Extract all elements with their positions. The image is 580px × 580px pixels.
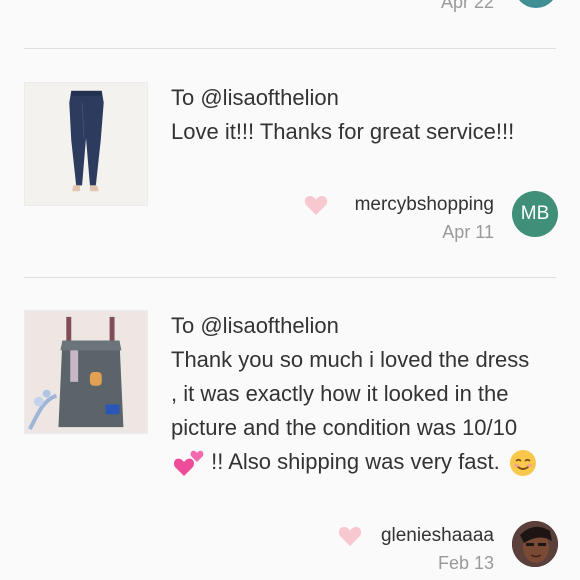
reviewer-username[interactable]: glenieshaaaa [381,525,494,547]
listing-thumbnail[interactable] [24,310,148,434]
previous-review-date: Apr 22 [440,0,494,12]
review-recipient[interactable]: To @lisaofthelion [171,85,339,111]
two-hearts-icon [174,450,204,477]
smiling-face-icon [509,450,536,477]
divider [24,277,556,278]
heart-icon [338,526,362,546]
review-recipient[interactable]: To @lisaofthelion [171,313,339,339]
review-text: Thank you so much i loved the dress , it… [171,343,541,479]
review-text-part: !! Also shipping was very fast. [211,449,500,474]
avatar[interactable]: MB [512,191,558,237]
review-text: Love it!!! Thanks for great service!!! [171,119,515,144]
review-date: Feb 13 [437,553,494,573]
reviewer-username[interactable]: mercybshopping [355,194,494,216]
review-date: Apr 11 [442,222,494,242]
avatar-photo-image [512,521,558,567]
previous-review-avatar[interactable] [514,0,558,8]
listing-thumbnail[interactable] [24,82,148,206]
review-text-part: Thank you so much i loved the dress , it… [171,347,530,440]
heart-icon [304,195,328,215]
avatar[interactable] [512,521,558,567]
divider [24,48,556,49]
jeans-image [25,83,147,205]
denim-overall-dress-image [25,311,147,433]
